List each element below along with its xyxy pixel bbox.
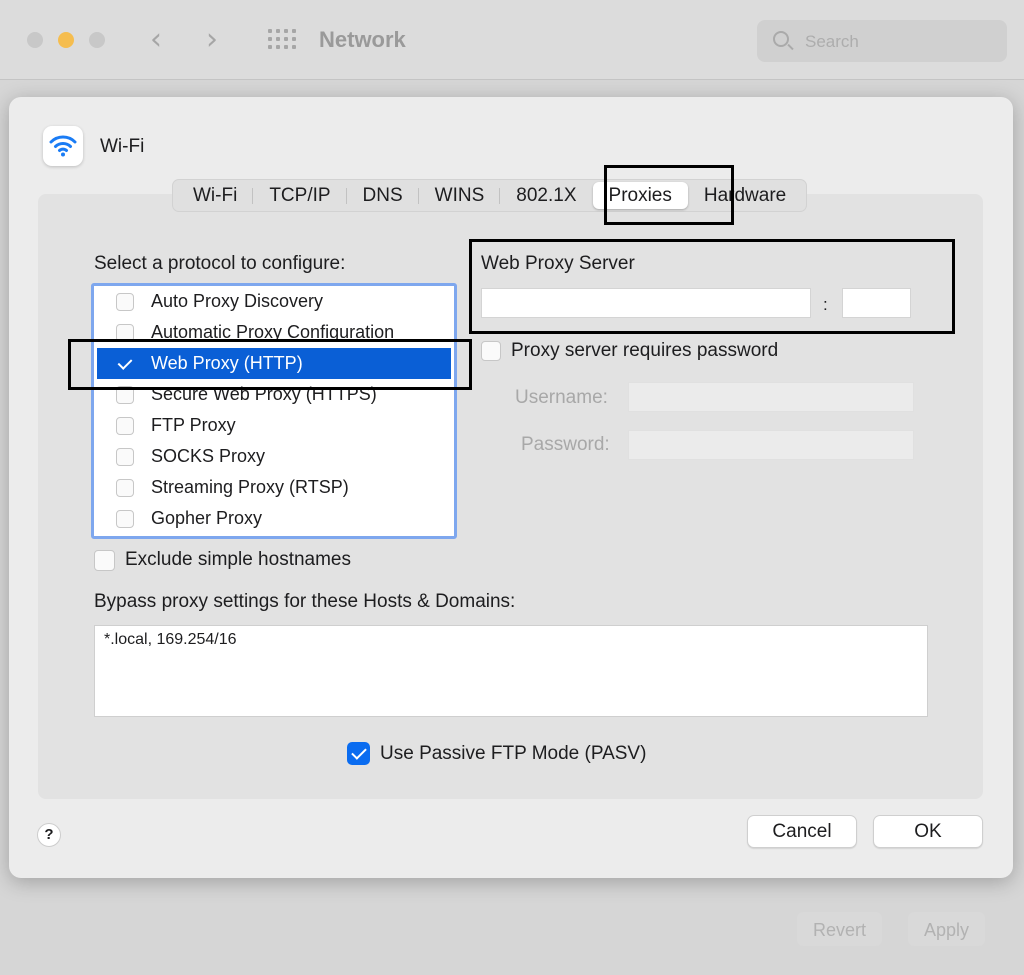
protocol-label: SOCKS Proxy bbox=[151, 446, 266, 466]
protocol-label: Gopher Proxy bbox=[151, 508, 263, 528]
passive-ftp-row[interactable]: Use Passive FTP Mode (PASV) bbox=[347, 742, 646, 765]
title-bar: ‹ › Network Search bbox=[0, 0, 1024, 80]
proxies-sheet: Wi-Fi Wi-Fi TCP/IP DNS WINS 802.1X Proxi… bbox=[9, 97, 1013, 878]
zoom-window-button[interactable] bbox=[89, 32, 105, 48]
bypass-hosts-textarea[interactable]: *.local, 169.254/16 bbox=[94, 625, 928, 717]
search-icon bbox=[773, 31, 789, 47]
protocol-row-gopher-proxy[interactable]: Gopher Proxy bbox=[97, 503, 451, 534]
requires-password-checkbox[interactable] bbox=[481, 341, 501, 361]
proxies-tab-highlight-frame bbox=[604, 165, 734, 225]
search-input[interactable]: Search bbox=[757, 20, 1007, 62]
back-arrow-icon[interactable]: ‹ bbox=[150, 22, 162, 57]
tab-wins[interactable]: WINS bbox=[419, 182, 501, 209]
protocol-label: Streaming Proxy (RTSP) bbox=[151, 477, 349, 497]
protocol-row-socks-proxy[interactable]: SOCKS Proxy bbox=[97, 441, 451, 472]
socks-proxy-checkbox[interactable] bbox=[116, 447, 134, 466]
cancel-button[interactable]: Cancel bbox=[747, 815, 857, 848]
revert-button[interactable]: Revert bbox=[797, 912, 883, 946]
exclude-hostnames-checkbox[interactable] bbox=[94, 549, 115, 571]
close-window-button[interactable] bbox=[27, 32, 43, 48]
protocol-row-ftp-proxy[interactable]: FTP Proxy bbox=[97, 410, 451, 441]
search-placeholder: Search bbox=[805, 32, 859, 51]
tab-8021x[interactable]: 802.1X bbox=[500, 182, 592, 209]
tab-dns[interactable]: DNS bbox=[347, 182, 419, 209]
select-protocol-label: Select a protocol to configure: bbox=[94, 253, 346, 274]
tab-tcpip[interactable]: TCP/IP bbox=[253, 182, 347, 209]
bypass-label: Bypass proxy settings for these Hosts & … bbox=[94, 591, 516, 612]
forward-arrow-icon[interactable]: › bbox=[206, 22, 218, 57]
service-name: Wi-Fi bbox=[100, 136, 145, 157]
passive-ftp-label: Use Passive FTP Mode (PASV) bbox=[380, 742, 647, 764]
help-button[interactable]: ? bbox=[37, 823, 61, 847]
web-proxy-highlight-frame bbox=[68, 339, 472, 390]
auto-discovery-checkbox[interactable] bbox=[116, 292, 134, 311]
ok-button[interactable]: OK bbox=[873, 815, 983, 848]
protocol-label: FTP Proxy bbox=[151, 415, 236, 435]
requires-password-row[interactable]: Proxy server requires password bbox=[481, 340, 778, 362]
protocol-row-auto-discovery[interactable]: Auto Proxy Discovery bbox=[97, 286, 451, 317]
apply-button[interactable]: Apply bbox=[908, 912, 986, 946]
password-label: Password: bbox=[521, 434, 610, 455]
gopher-proxy-checkbox[interactable] bbox=[116, 509, 134, 528]
show-all-grid-icon[interactable] bbox=[268, 29, 296, 51]
server-highlight-frame bbox=[469, 239, 955, 334]
protocol-row-streaming-proxy[interactable]: Streaming Proxy (RTSP) bbox=[97, 472, 451, 503]
requires-password-label: Proxy server requires password bbox=[511, 340, 779, 361]
wifi-icon bbox=[43, 126, 83, 166]
protocol-list: Auto Proxy Discovery Automatic Proxy Con… bbox=[91, 283, 457, 539]
passive-ftp-checkbox[interactable] bbox=[347, 742, 370, 765]
username-field bbox=[628, 382, 914, 412]
tab-wifi[interactable]: Wi-Fi bbox=[177, 182, 254, 209]
exclude-hostnames-label: Exclude simple hostnames bbox=[125, 549, 351, 570]
ftp-proxy-checkbox[interactable] bbox=[116, 416, 134, 435]
window-title: Network bbox=[319, 27, 406, 52]
minimize-window-button[interactable] bbox=[58, 32, 74, 48]
username-label: Username: bbox=[515, 387, 608, 408]
protocol-label: Auto Proxy Discovery bbox=[151, 291, 324, 311]
streaming-proxy-checkbox[interactable] bbox=[116, 478, 134, 497]
exclude-hostnames-row[interactable]: Exclude simple hostnames bbox=[94, 549, 351, 571]
password-field bbox=[628, 430, 914, 460]
